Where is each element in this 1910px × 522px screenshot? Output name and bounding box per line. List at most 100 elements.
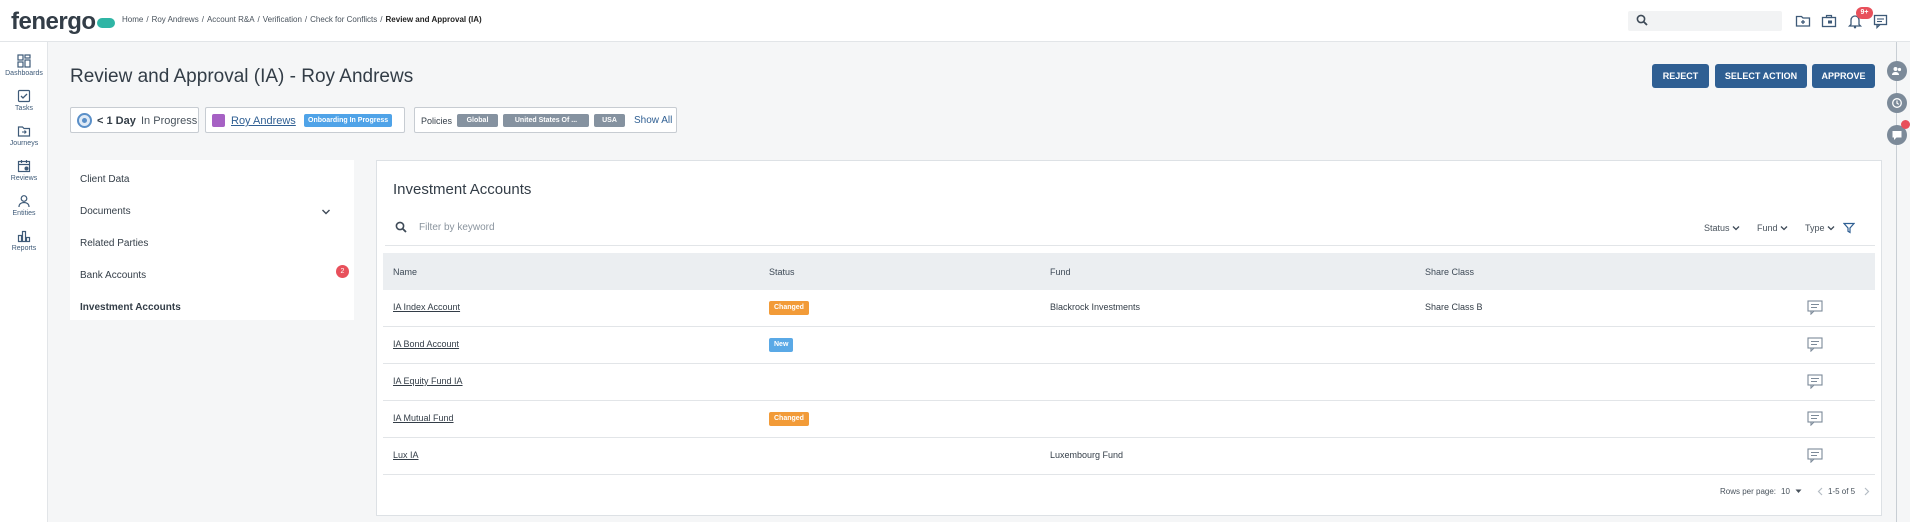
column-header-status[interactable]: Status [769,267,795,277]
entity-status-badge: Onboarding In Progress [304,114,393,127]
menu-related-parties[interactable]: Related Parties [80,238,148,249]
show-all-link[interactable]: Show All [634,115,672,126]
rows-per-page-label: Rows per page: [1720,487,1777,496]
column-header-share-class[interactable]: Share Class [1425,267,1474,277]
account-name-link[interactable]: IA Index Account [393,302,460,312]
account-name-link[interactable]: IA Equity Fund IA [393,376,463,386]
chevron-left-icon[interactable] [1817,487,1823,496]
account-name-link[interactable]: Lux IA [393,450,419,460]
chat-icon[interactable] [1873,13,1889,29]
table-row[interactable]: IA Equity Fund IA [383,364,1875,401]
reject-button[interactable]: REJECT [1652,64,1709,88]
comment-icon[interactable] [1807,300,1823,315]
nav-tasks-label: Tasks [15,105,33,112]
filter-funnel-icon[interactable] [1843,222,1855,234]
account-name-link[interactable]: IA Bond Account [393,339,459,349]
global-search[interactable] [1628,11,1782,31]
caret-down-icon[interactable] [1795,489,1802,494]
comment-icon[interactable] [1807,411,1823,426]
comment-icon [1892,131,1902,140]
menu-client-data[interactable]: Client Data [80,174,129,185]
filter-keyword-input[interactable] [419,219,719,235]
rail-participants-button[interactable] [1887,61,1907,81]
status-badge: New [769,338,794,352]
nav-reports-label: Reports [11,245,37,252]
logo-mark-icon [96,18,115,28]
approve-button[interactable]: APPROVE [1812,64,1875,88]
nav-dashboards[interactable]: Dashboards [0,54,48,77]
status-badge: Changed [769,301,809,315]
column-header-fund[interactable]: Fund [1050,267,1071,277]
nav-journeys[interactable]: Journeys [0,124,48,147]
chevron-down-icon[interactable] [321,208,331,216]
investment-accounts-title: Investment Accounts [393,181,532,198]
type-filter-dropdown[interactable]: Type [1805,223,1835,233]
filter-divider [385,245,1875,246]
people-icon [1892,67,1902,75]
left-navigation: Dashboards Tasks Journeys Reviews Entiti… [0,42,48,522]
select-action-button[interactable]: SELECT ACTION [1715,64,1807,88]
fund-filter-dropdown[interactable]: Fund [1757,223,1788,233]
rail-divider [1896,42,1897,522]
nav-entities[interactable]: Entities [0,194,48,217]
chevron-down-icon [1827,226,1835,231]
breadcrumb-account-ra[interactable]: Account R&A [207,15,255,24]
policy-tag-usa: USA [594,114,625,127]
table-row[interactable]: IA Mutual Fund Changed [383,401,1875,438]
policies-chip: Policies Global United States Of ... USA… [414,107,677,133]
bar-chart-icon [17,230,31,243]
policy-tag-united-states: United States Of ... [503,114,589,127]
breadcrumb-home[interactable]: Home [122,15,143,24]
breadcrumb-current: Review and Approval (IA) [385,15,482,24]
duration-value: < 1 Day [97,115,136,127]
table-row[interactable]: IA Bond Account New [383,327,1875,364]
menu-investment-accounts[interactable]: Investment Accounts [80,302,181,313]
status-badge: Changed [769,412,809,426]
investment-accounts-card: Investment Accounts Status Fund Type Nam… [376,160,1882,516]
table-row[interactable]: IA Index Account Changed Blackrock Inves… [383,290,1875,327]
history-icon [1892,98,1902,108]
search-icon [395,221,407,233]
briefcase-icon[interactable] [1821,13,1837,29]
fenergo-logo[interactable]: fenergo [11,8,115,36]
nav-reviews[interactable]: Reviews [0,159,48,182]
chevron-right-icon[interactable] [1864,487,1870,496]
page-title: Review and Approval (IA) - Roy Andrews [70,66,414,87]
duration-chip: < 1 Day In Progress [70,107,199,133]
folder-add-icon[interactable] [1795,13,1811,29]
nav-reports[interactable]: Reports [0,229,48,252]
bank-accounts-badge: 2 [336,265,349,278]
section-menu: Client Data Documents Related Parties Ba… [70,160,354,320]
menu-bank-accounts[interactable]: Bank Accounts [80,270,146,281]
breadcrumb-roy-andrews[interactable]: Roy Andrews [152,15,199,24]
rail-history-button[interactable] [1887,93,1907,113]
global-search-input[interactable] [1654,13,1774,29]
account-name-link[interactable]: IA Mutual Fund [393,413,454,423]
table-row[interactable]: Lux IA Luxembourg Fund [383,438,1875,475]
fund-cell: Luxembourg Fund [1050,450,1124,460]
top-bar: fenergo Home / Roy Andrews / Account R&A / Ver… [0,0,1910,42]
checkbox-icon [17,89,31,103]
rows-per-page-select[interactable]: 10 [1781,487,1790,496]
comment-icon[interactable] [1807,337,1823,352]
policies-label: Policies [421,116,453,126]
entity-avatar [212,114,225,127]
fund-cell: Blackrock Investments [1050,302,1141,312]
column-header-name[interactable]: Name [393,267,417,277]
person-icon [18,195,30,208]
entity-name-link[interactable]: Roy Andrews [231,115,296,127]
duration-status: In Progress [141,115,198,127]
search-icon [1636,14,1648,26]
breadcrumb-check-for-conflicts[interactable]: Check for Conflicts [310,15,377,24]
breadcrumb-verification[interactable]: Verification [263,15,302,24]
menu-documents[interactable]: Documents [80,206,131,217]
grid-icon [17,54,31,68]
comment-icon[interactable] [1807,448,1823,463]
nav-tasks[interactable]: Tasks [0,89,48,112]
notification-badge: 9+ [1856,7,1873,19]
comment-icon[interactable] [1807,374,1823,389]
nav-journeys-label: Journeys [9,140,39,147]
status-filter-dropdown[interactable]: Status [1704,223,1740,233]
pagination-range: 1-5 of 5 [1828,487,1856,496]
breadcrumb: Home / Roy Andrews / Account R&A / Verificatio… [122,15,482,24]
